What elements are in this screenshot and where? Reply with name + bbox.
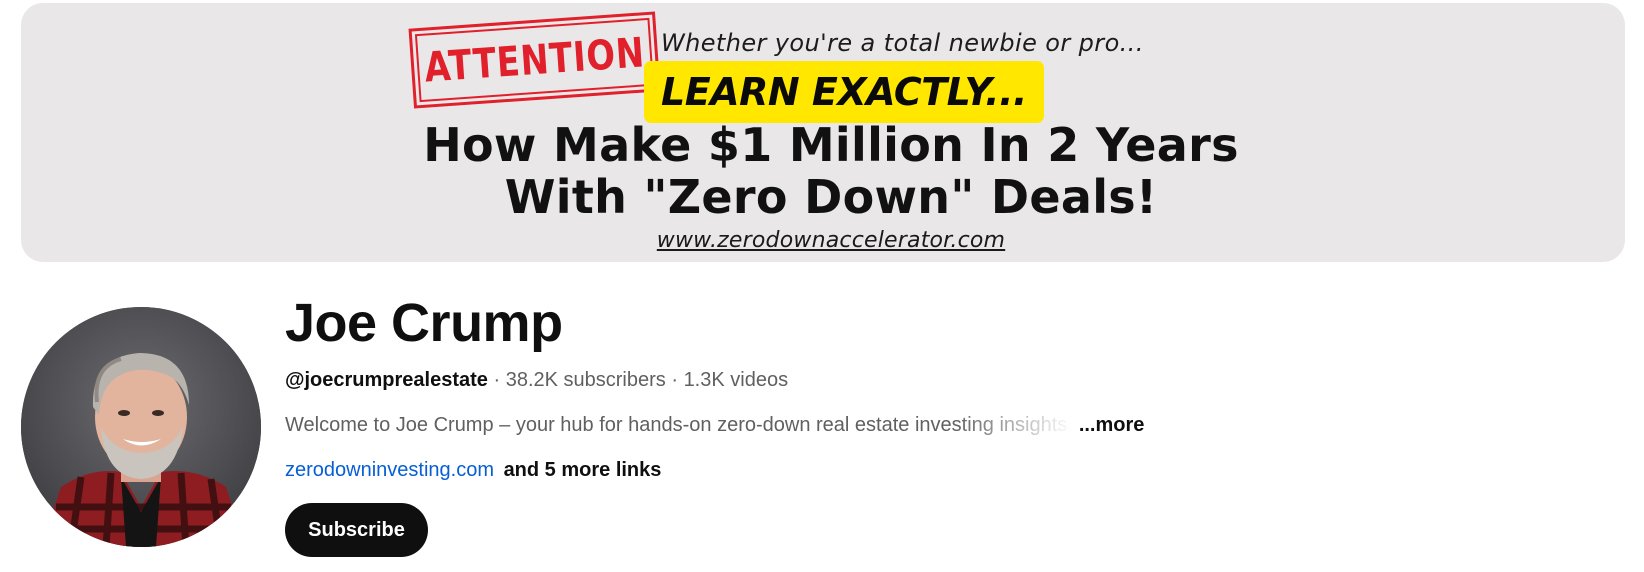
attention-stamp: ATTENTION (408, 11, 661, 109)
banner-tagline: Whether you're a total newbie or pro... (661, 29, 1144, 57)
banner-url: www.zerodownaccelerator.com (656, 228, 1006, 253)
meta-separator: · (665, 369, 684, 391)
banner-highlight-text: LEARN EXACTLY... (660, 70, 1028, 114)
banner-highlight: LEARN EXACTLY... (644, 61, 1044, 123)
meta-separator: · (487, 369, 506, 391)
channel-meta: @joecrumprealestate · 38.2K subscribers … (285, 369, 788, 392)
subscribe-button[interactable]: Subscribe (285, 503, 428, 557)
banner-headline-line2: With "Zero Down" Deals! (504, 170, 1158, 224)
subscriber-count: 38.2K subscribers (505, 369, 666, 391)
avatar-photo-icon (21, 307, 261, 547)
video-count: 1.3K videos (683, 369, 789, 391)
channel-avatar[interactable] (21, 307, 261, 547)
stamp-text: ATTENTION (422, 28, 647, 92)
channel-links: zerodowninvesting.com and 5 more links (285, 459, 661, 482)
channel-handle: @joecrumprealestate (285, 369, 488, 391)
description-text: Welcome to Joe Crump – your hub for hand… (285, 414, 1073, 436)
channel-description[interactable]: Welcome to Joe Crump – your hub for hand… (285, 414, 1144, 437)
channel-link[interactable]: zerodowninvesting.com (285, 459, 494, 481)
channel-name: Joe Crump (285, 293, 563, 353)
channel-banner: ATTENTION Whether you're a total newbie … (21, 3, 1625, 262)
description-more-button[interactable]: ...more (1079, 414, 1145, 436)
banner-headline-line1: How Make $1 Million In 2 Years (423, 118, 1239, 172)
more-links-button[interactable]: and 5 more links (504, 459, 662, 481)
